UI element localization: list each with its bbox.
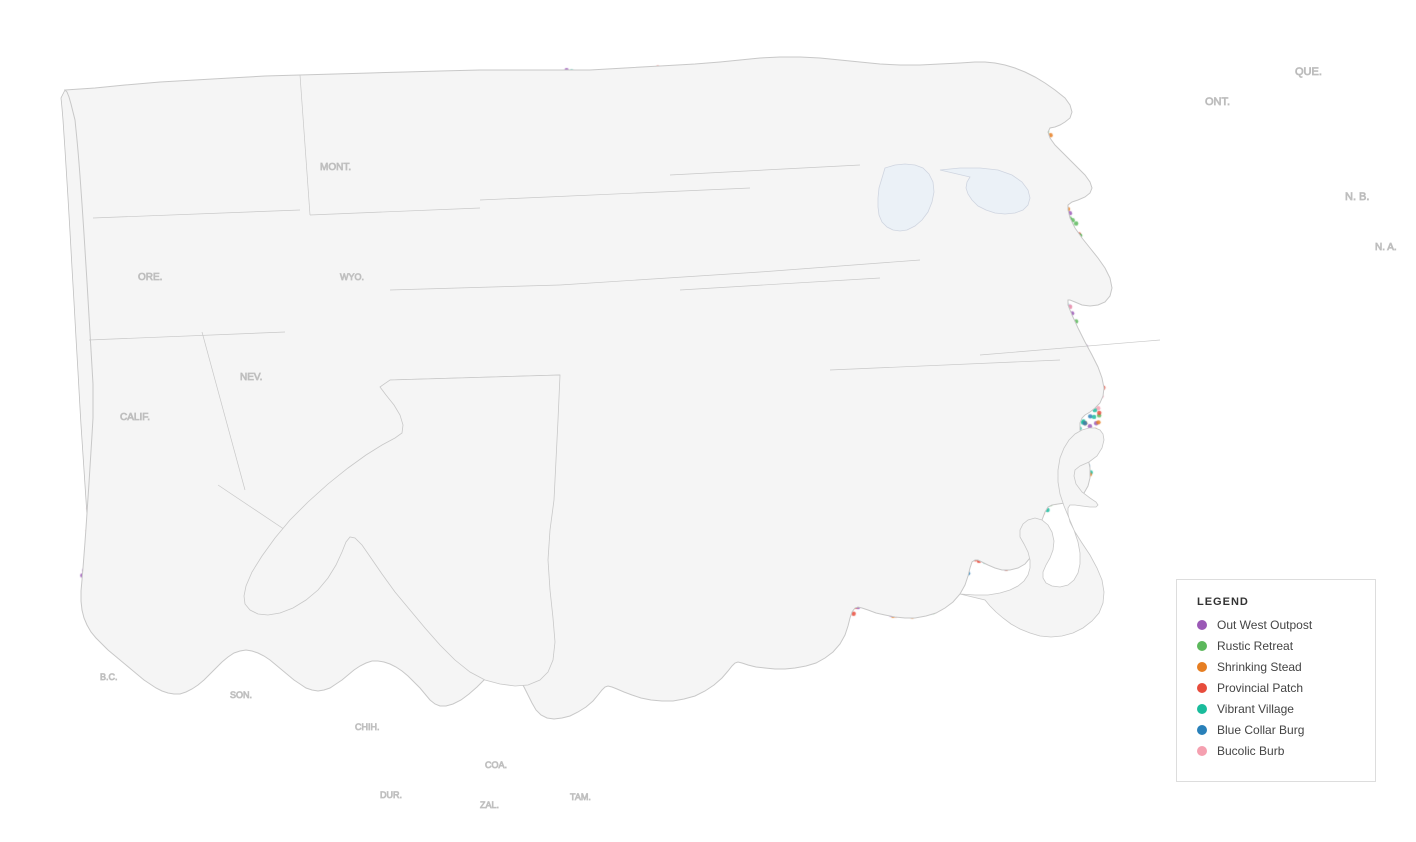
legend-items: Out West Outpost Rustic Retreat Shrinkin…: [1197, 618, 1355, 758]
legend-dot-provincial-patch: [1197, 683, 1207, 693]
legend-dot-bucolic-burb: [1197, 746, 1207, 756]
legend-dot-shrinking-stead: [1197, 662, 1207, 672]
legend-item-provincial-patch: Provincial Patch: [1197, 681, 1355, 695]
svg-text:B.C.: B.C.: [100, 672, 118, 682]
legend-item-rustic-retreat: Rustic Retreat: [1197, 639, 1355, 653]
legend-dot-vibrant-village: [1197, 704, 1207, 714]
legend-item-vibrant-village: Vibrant Village: [1197, 702, 1355, 716]
svg-text:COA.: COA.: [485, 760, 507, 770]
svg-text:WYO.: WYO.: [340, 272, 364, 282]
svg-text:DUR.: DUR.: [380, 790, 402, 800]
legend-item-bucolic-burb: Bucolic Burb: [1197, 744, 1355, 758]
legend-label-shrinking-stead: Shrinking Stead: [1217, 660, 1302, 674]
svg-text:MONT.: MONT.: [320, 162, 351, 173]
svg-text:QUE.: QUE.: [1295, 66, 1322, 78]
legend-title: LEGEND: [1197, 596, 1355, 608]
legend-dot-out-west-outpost: [1197, 620, 1207, 630]
legend-label-provincial-patch: Provincial Patch: [1217, 681, 1303, 695]
legend-dot-rustic-retreat: [1197, 641, 1207, 651]
svg-text:CALIF.: CALIF.: [120, 412, 150, 423]
svg-text:ORE.: ORE.: [138, 272, 162, 283]
svg-text:N. B.: N. B.: [1345, 191, 1369, 203]
svg-text:NEV.: NEV.: [240, 372, 262, 383]
svg-text:ZAL.: ZAL.: [480, 800, 499, 810]
legend-item-out-west-outpost: Out West Outpost: [1197, 618, 1355, 632]
legend-label-rustic-retreat: Rustic Retreat: [1217, 639, 1293, 653]
svg-text:N. A.: N. A.: [1375, 242, 1397, 253]
legend-label-blue-collar-burg: Blue Collar Burg: [1217, 723, 1304, 737]
legend-item-shrinking-stead: Shrinking Stead: [1197, 660, 1355, 674]
legend-item-blue-collar-burg: Blue Collar Burg: [1197, 723, 1355, 737]
svg-text:ONT.: ONT.: [1205, 96, 1230, 108]
legend-label-bucolic-burb: Bucolic Burb: [1217, 744, 1284, 758]
legend-label-out-west-outpost: Out West Outpost: [1217, 618, 1312, 632]
legend: LEGEND Out West Outpost Rustic Retreat S…: [1176, 579, 1376, 782]
legend-dot-blue-collar-burg: [1197, 725, 1207, 735]
svg-text:TAM.: TAM.: [570, 792, 591, 802]
legend-label-vibrant-village: Vibrant Village: [1217, 702, 1294, 716]
svg-text:CHIH.: CHIH.: [355, 722, 380, 732]
svg-text:SON.: SON.: [230, 690, 252, 700]
map-container: QUE. ONT. N. B. N. A. ORE. NEV. CALIF. W…: [0, 0, 1416, 842]
